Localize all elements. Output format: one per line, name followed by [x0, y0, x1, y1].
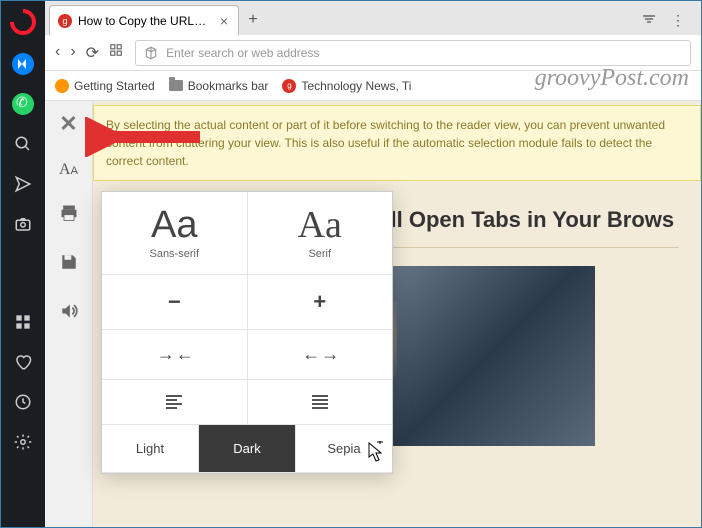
print-button[interactable] — [59, 203, 79, 229]
reader-settings-popup: Aa Sans-serif Aa Serif − + → ← ← → Light… — [101, 191, 393, 474]
bookmark-folder[interactable]: Bookmarks bar — [169, 79, 269, 93]
cursor-icon — [367, 441, 385, 468]
align-left-icon — [164, 394, 184, 410]
messenger-icon[interactable] — [12, 53, 34, 75]
address-placeholder: Enter search or web address — [166, 46, 319, 60]
align-left-button[interactable] — [102, 380, 248, 424]
tab-menu-icon[interactable] — [641, 11, 657, 29]
tab-bar: g How to Copy the URLs Fro × + ⋮ — [45, 1, 701, 35]
opera-logo-icon[interactable] — [5, 4, 42, 41]
speed-dial-icon[interactable] — [109, 43, 123, 63]
save-button[interactable] — [60, 253, 78, 277]
align-justify-icon — [310, 394, 330, 410]
address-input[interactable]: Enter search or web address — [135, 40, 691, 66]
font-decrease-button[interactable]: − — [102, 275, 248, 329]
theme-light-button[interactable]: Light — [102, 425, 199, 472]
heart-icon[interactable] — [12, 351, 34, 373]
grid-icon[interactable] — [12, 311, 34, 333]
tab-close-icon[interactable]: × — [218, 13, 230, 29]
forward-button[interactable]: › — [70, 43, 75, 63]
close-reader-button[interactable]: ✕ — [59, 111, 77, 137]
speaker-button[interactable] — [59, 301, 79, 327]
groovypost-icon: g — [282, 79, 296, 93]
font-settings-button[interactable]: AA — [59, 161, 78, 179]
app-sidebar — [1, 1, 45, 527]
camera-icon[interactable] — [12, 213, 34, 235]
new-tab-button[interactable]: + — [239, 5, 267, 35]
back-button[interactable]: ‹ — [55, 43, 60, 63]
firefox-icon — [55, 79, 69, 93]
folder-icon — [169, 80, 183, 91]
reader-toolbar: ✕ AA — [45, 101, 93, 527]
sans-serif-option[interactable]: Aa Sans-serif — [102, 192, 248, 274]
serif-option[interactable]: Aa Serif — [248, 192, 393, 274]
cube-icon — [144, 46, 158, 60]
annotation-arrow-icon — [85, 117, 205, 157]
bookmark-technews[interactable]: gTechnology News, Ti — [282, 79, 411, 93]
window-menu-icon[interactable]: ⋮ — [671, 12, 685, 29]
search-icon[interactable] — [12, 133, 34, 155]
bookmark-getting-started[interactable]: Getting Started — [55, 79, 155, 93]
whatsapp-icon[interactable] — [12, 93, 34, 115]
reload-button[interactable]: ⟳ — [86, 43, 99, 63]
send-icon[interactable] — [12, 173, 34, 195]
widen-button[interactable]: ← → — [248, 330, 393, 379]
tab-title: How to Copy the URLs Fro — [78, 14, 212, 28]
watermark: groovyPost.com — [535, 65, 689, 92]
theme-dark-button[interactable]: Dark — [199, 425, 296, 472]
narrow-button[interactable]: → ← — [102, 330, 248, 379]
font-increase-button[interactable]: + — [248, 275, 393, 329]
settings-icon[interactable] — [12, 431, 34, 453]
tab-favicon-icon: g — [58, 14, 72, 28]
browser-tab[interactable]: g How to Copy the URLs Fro × — [49, 5, 239, 35]
history-icon[interactable] — [12, 391, 34, 413]
align-justify-button[interactable] — [248, 380, 393, 424]
